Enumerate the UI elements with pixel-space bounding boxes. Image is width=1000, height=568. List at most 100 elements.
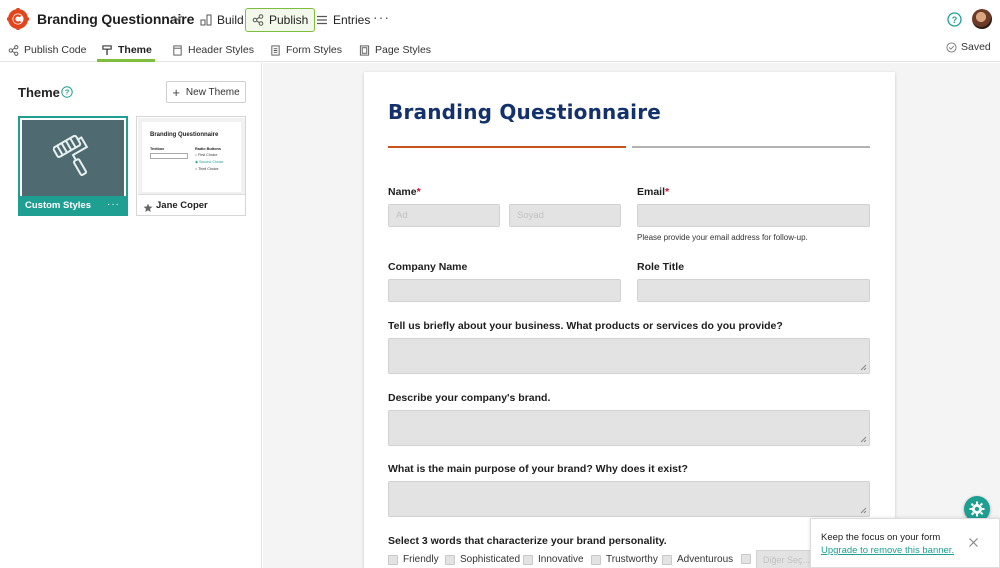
preview-textbox-label: Textbox <box>150 147 165 151</box>
share-icon <box>8 44 19 56</box>
check-circle-icon <box>946 41 957 53</box>
role-title-label: Role Title <box>637 261 685 273</box>
tab-header-styles[interactable]: Header Styles <box>172 41 254 59</box>
tab-page-styles-label: Page Styles <box>375 44 432 56</box>
theme-card-name: Jane Coper <box>156 199 208 211</box>
words-question-label: Select 3 words that characterize your br… <box>388 535 667 547</box>
form-icon <box>271 44 280 56</box>
title-divider <box>632 146 870 148</box>
theme-panel: Theme ? + New Theme Custom Styles ··· Br… <box>0 63 262 568</box>
save-status: Saved <box>946 41 991 53</box>
title-divider-active <box>388 146 626 148</box>
business-question-label: Tell us briefly about your business. Wha… <box>388 320 783 332</box>
top-bar: Branding Questionnaire Build Publish Ent… <box>0 0 1000 38</box>
entries-icon <box>317 15 327 25</box>
checkbox-option[interactable]: Sophisticated <box>445 554 520 565</box>
nav-publish-label: Publish <box>269 13 309 27</box>
more-menu-icon[interactable]: ··· <box>373 9 390 25</box>
theme-thumbnail: Branding Questionnaire Textbox Radio But… <box>138 118 245 195</box>
required-marker: * <box>665 186 670 198</box>
tab-publish-code[interactable]: Publish Code <box>8 41 86 59</box>
checkbox-box[interactable] <box>445 554 455 565</box>
company-name-input[interactable] <box>388 279 621 302</box>
nav-build-label: Build <box>217 13 244 27</box>
brand-textarea[interactable] <box>388 410 870 446</box>
preview-radio-option: ○ Third Choice <box>195 167 219 171</box>
upgrade-link[interactable]: Upgrade to remove this banner. <box>821 545 954 556</box>
more-options-icon[interactable]: ··· <box>107 199 120 210</box>
email-input[interactable] <box>637 204 870 227</box>
nav-build[interactable]: Build <box>194 8 250 32</box>
active-tab-indicator <box>97 59 155 62</box>
banner-title: Keep the focus on your form <box>821 532 941 543</box>
checkbox-box[interactable] <box>662 554 672 565</box>
chevron-down-icon[interactable] <box>172 12 184 24</box>
close-icon[interactable] <box>968 537 979 548</box>
required-marker: * <box>416 186 421 198</box>
name-label: Name* <box>388 186 421 198</box>
nav-entries-label: Entries <box>333 13 371 27</box>
paint-roller-icon <box>102 44 112 55</box>
role-title-input[interactable] <box>637 279 870 302</box>
first-name-input[interactable]: Ad <box>388 204 500 227</box>
checkbox-box[interactable] <box>523 554 533 565</box>
resize-handle-icon[interactable] <box>860 507 867 514</box>
tab-theme-label: Theme <box>118 44 152 56</box>
panel-title: Theme <box>18 85 60 100</box>
tab-form-styles[interactable]: Form Styles <box>270 41 342 59</box>
resize-handle-icon[interactable] <box>860 364 867 371</box>
new-theme-button[interactable]: + New Theme <box>166 81 246 103</box>
checkbox-box[interactable] <box>741 554 751 564</box>
purpose-question-label: What is the main purpose of your brand? … <box>388 463 688 475</box>
company-name-label: Company Name <box>388 261 468 273</box>
svg-text:?: ? <box>65 88 70 97</box>
preview-radio-label: Radio Buttons <box>195 147 221 151</box>
form-title-header[interactable]: Branding Questionnaire <box>37 11 194 27</box>
checkbox-box[interactable] <box>388 554 398 565</box>
theme-thumbnail <box>22 120 124 196</box>
document-icon <box>173 44 182 56</box>
purpose-textarea[interactable] <box>388 481 870 517</box>
nav-publish[interactable]: Publish <box>245 8 316 32</box>
theme-card-custom-styles[interactable]: Custom Styles ··· <box>18 116 128 216</box>
preview-textbox <box>150 153 188 159</box>
nav-entries[interactable]: Entries <box>310 8 376 32</box>
app-logo-icon[interactable] <box>7 8 29 30</box>
theme-preview-form: Branding Questionnaire Textbox Radio But… <box>142 122 241 192</box>
build-icon <box>200 14 212 26</box>
tab-page-styles[interactable]: Page Styles <box>359 41 431 59</box>
gear-icon <box>969 501 985 517</box>
help-icon[interactable]: ? <box>61 86 73 98</box>
checkbox-option[interactable]: Trustworthy <box>591 554 658 565</box>
last-name-input[interactable]: Soyad <box>509 204 621 227</box>
resize-handle-icon[interactable] <box>860 436 867 443</box>
theme-card-jane-coper[interactable]: Branding Questionnaire Textbox Radio But… <box>136 116 246 216</box>
tab-theme[interactable]: Theme <box>102 41 152 59</box>
page-icon <box>359 44 370 56</box>
share-icon <box>252 14 264 26</box>
checkbox-option[interactable]: Friendly <box>388 554 439 565</box>
user-avatar[interactable] <box>972 9 992 29</box>
email-hint: Please provide your email address for fo… <box>637 233 808 242</box>
save-status-label: Saved <box>961 41 991 53</box>
checkbox-box[interactable] <box>591 554 601 565</box>
business-textarea[interactable] <box>388 338 870 374</box>
star-icon[interactable] <box>143 203 153 213</box>
tab-publish-code-label: Publish Code <box>24 44 87 56</box>
tab-form-styles-label: Form Styles <box>286 44 343 56</box>
preview-title: Branding Questionnaire <box>150 132 219 138</box>
preview-radio-option: ○ First Choice <box>195 153 218 157</box>
checkbox-option[interactable]: Adventurous <box>662 554 733 565</box>
new-theme-label: New Theme <box>185 86 240 98</box>
checkbox-option[interactable]: Innovative <box>523 554 584 565</box>
paint-roller-icon <box>53 135 89 177</box>
preview-radio-option: ◉ Second Choice <box>195 160 224 164</box>
help-icon[interactable]: ? <box>947 12 962 27</box>
tab-header-styles-label: Header Styles <box>188 44 254 56</box>
checkbox-other[interactable] <box>741 554 756 564</box>
plus-icon: + <box>172 84 180 100</box>
upgrade-banner: Keep the focus on your form Upgrade to r… <box>810 518 1000 568</box>
form-title: Branding Questionnaire <box>388 100 662 124</box>
svg-text:?: ? <box>952 15 958 25</box>
brand-question-label: Describe your company's brand. <box>388 392 551 404</box>
